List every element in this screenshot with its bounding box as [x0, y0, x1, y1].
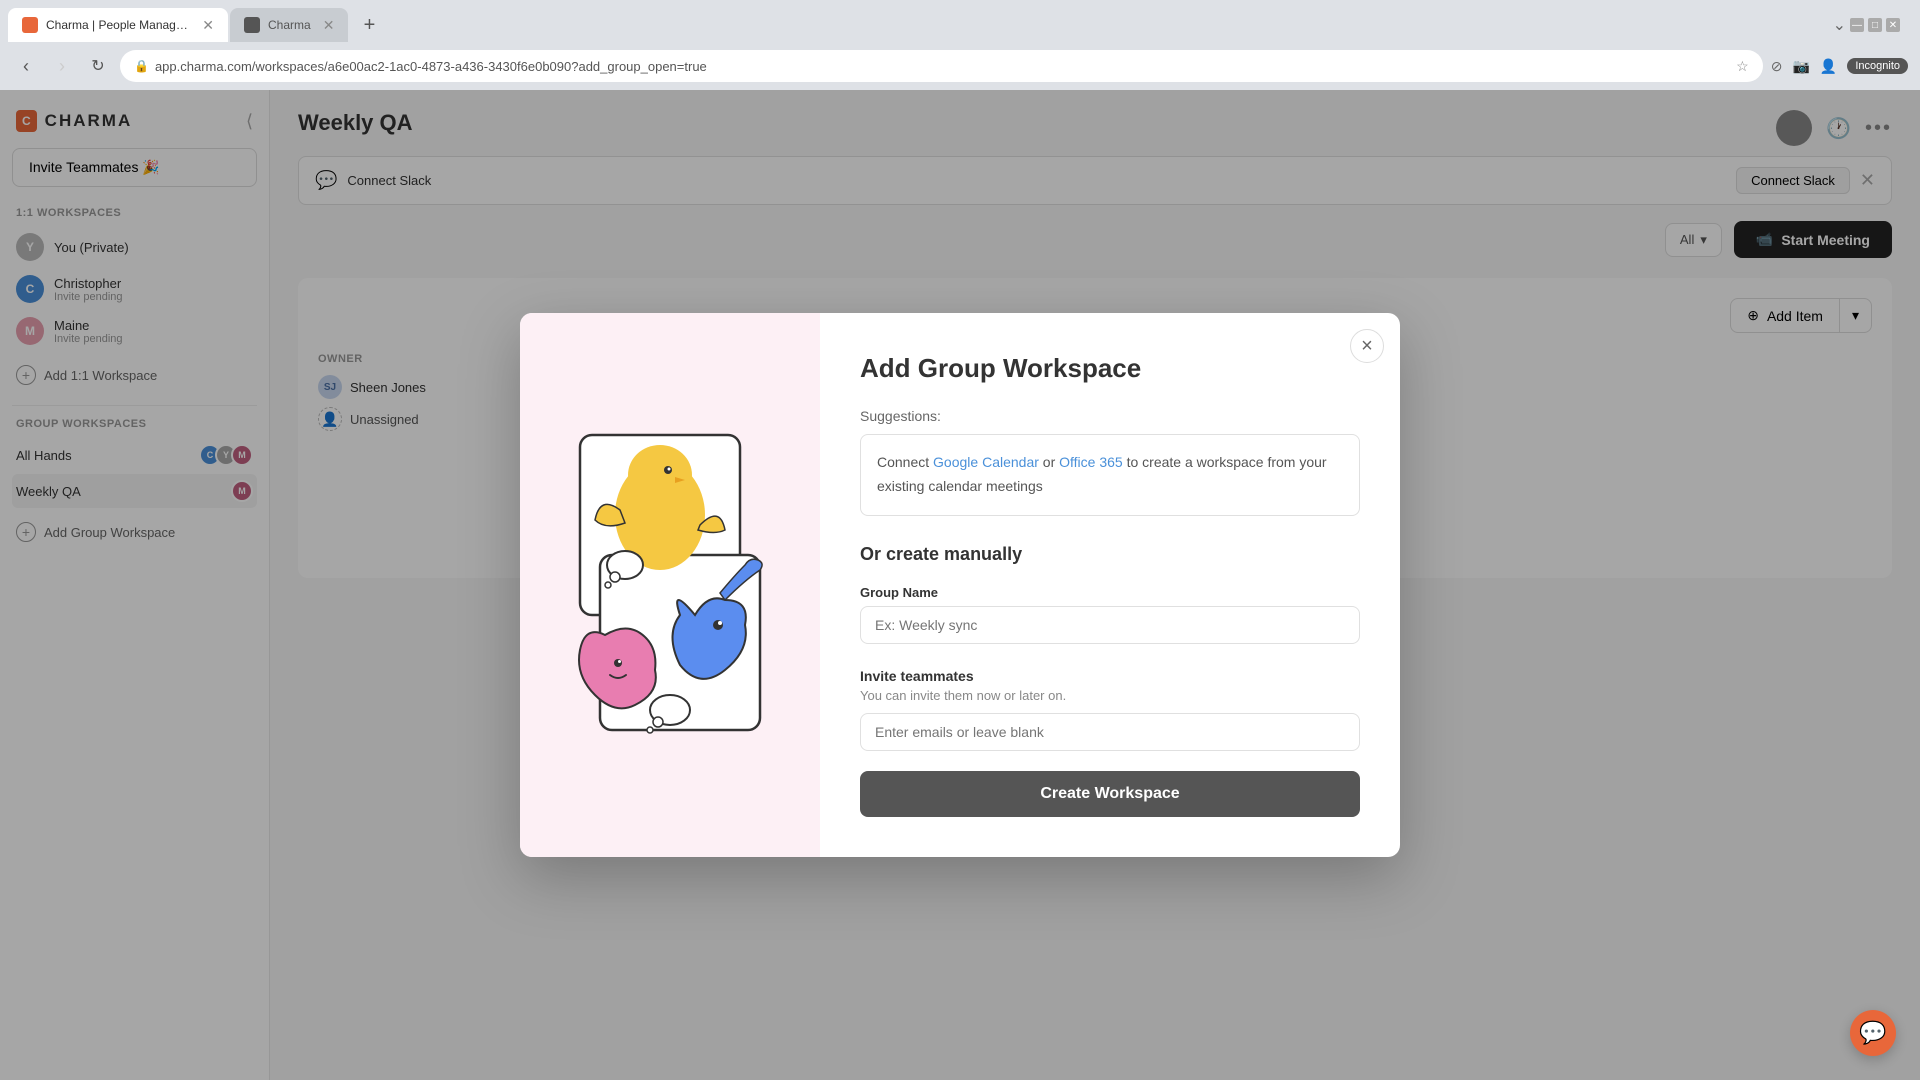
- refresh-button[interactable]: ↻: [84, 52, 112, 80]
- or-create-label: Or create manually: [860, 544, 1360, 565]
- win-control-down[interactable]: ⌄: [1833, 15, 1846, 35]
- tab-close-2[interactable]: ✕: [323, 17, 335, 34]
- modal-form-panel: Add Group Workspace Suggestions: Connect…: [820, 313, 1400, 857]
- win-control-max[interactable]: □: [1868, 18, 1882, 32]
- suggestions-box: Connect Google Calendar or Office 365 to…: [860, 434, 1360, 516]
- screenshot-icon[interactable]: 📷: [1792, 58, 1809, 75]
- tab-inactive[interactable]: Charma ✕: [230, 8, 348, 42]
- address-url[interactable]: app.charma.com/workspaces/a6e00ac2-1ac0-…: [155, 59, 1730, 74]
- address-bar[interactable]: 🔒 app.charma.com/workspaces/a6e00ac2-1ac…: [120, 50, 1763, 82]
- suggestions-text-before: Connect: [877, 454, 933, 470]
- incognito-badge: Incognito: [1847, 58, 1908, 74]
- browser-chrome: Charma | People Management S... ✕ Charma…: [0, 0, 1920, 90]
- tab-active[interactable]: Charma | People Management S... ✕: [8, 8, 228, 42]
- invite-sub-label: You can invite them now or later on.: [860, 688, 1360, 703]
- win-control-min[interactable]: —: [1850, 18, 1864, 32]
- create-workspace-button[interactable]: Create Workspace: [860, 771, 1360, 817]
- suggestions-or: or: [1039, 454, 1059, 470]
- new-tab-button[interactable]: +: [354, 10, 384, 40]
- cast-icon[interactable]: ⊘: [1771, 58, 1783, 75]
- modal: Add Group Workspace Suggestions: Connect…: [520, 313, 1400, 857]
- chat-bubble[interactable]: 💬: [1850, 1010, 1896, 1056]
- suggestions-label: Suggestions:: [860, 408, 1360, 424]
- bookmark-icon[interactable]: ☆: [1736, 58, 1749, 75]
- tab-label-1: Charma | People Management S...: [46, 18, 190, 32]
- invite-teammates-label: Invite teammates: [860, 668, 1360, 684]
- office-365-link[interactable]: Office 365: [1059, 454, 1123, 470]
- close-icon: ×: [1361, 335, 1373, 358]
- tab-label-2: Charma: [268, 18, 311, 32]
- chat-icon: 💬: [1859, 1020, 1886, 1046]
- modal-illustration-panel: [520, 313, 820, 857]
- browser-action-icons: ⊘ 📷 👤 Incognito: [1771, 58, 1908, 75]
- back-button[interactable]: ‹: [12, 52, 40, 80]
- modal-title: Add Group Workspace: [860, 353, 1360, 384]
- google-calendar-link[interactable]: Google Calendar: [933, 454, 1039, 470]
- forward-button[interactable]: ›: [48, 52, 76, 80]
- lock-icon: 🔒: [134, 59, 149, 73]
- modal-close-button[interactable]: ×: [1350, 329, 1384, 363]
- group-name-label: Group Name: [860, 585, 1360, 600]
- modal-overlay[interactable]: Add Group Workspace Suggestions: Connect…: [0, 90, 1920, 1080]
- modal-illustration: [550, 415, 790, 755]
- tab-close-1[interactable]: ✕: [202, 17, 214, 34]
- group-name-input[interactable]: [860, 606, 1360, 644]
- profile-menu-icon[interactable]: 👤: [1820, 58, 1837, 75]
- invite-emails-input[interactable]: [860, 713, 1360, 751]
- win-control-close[interactable]: ✕: [1886, 18, 1900, 32]
